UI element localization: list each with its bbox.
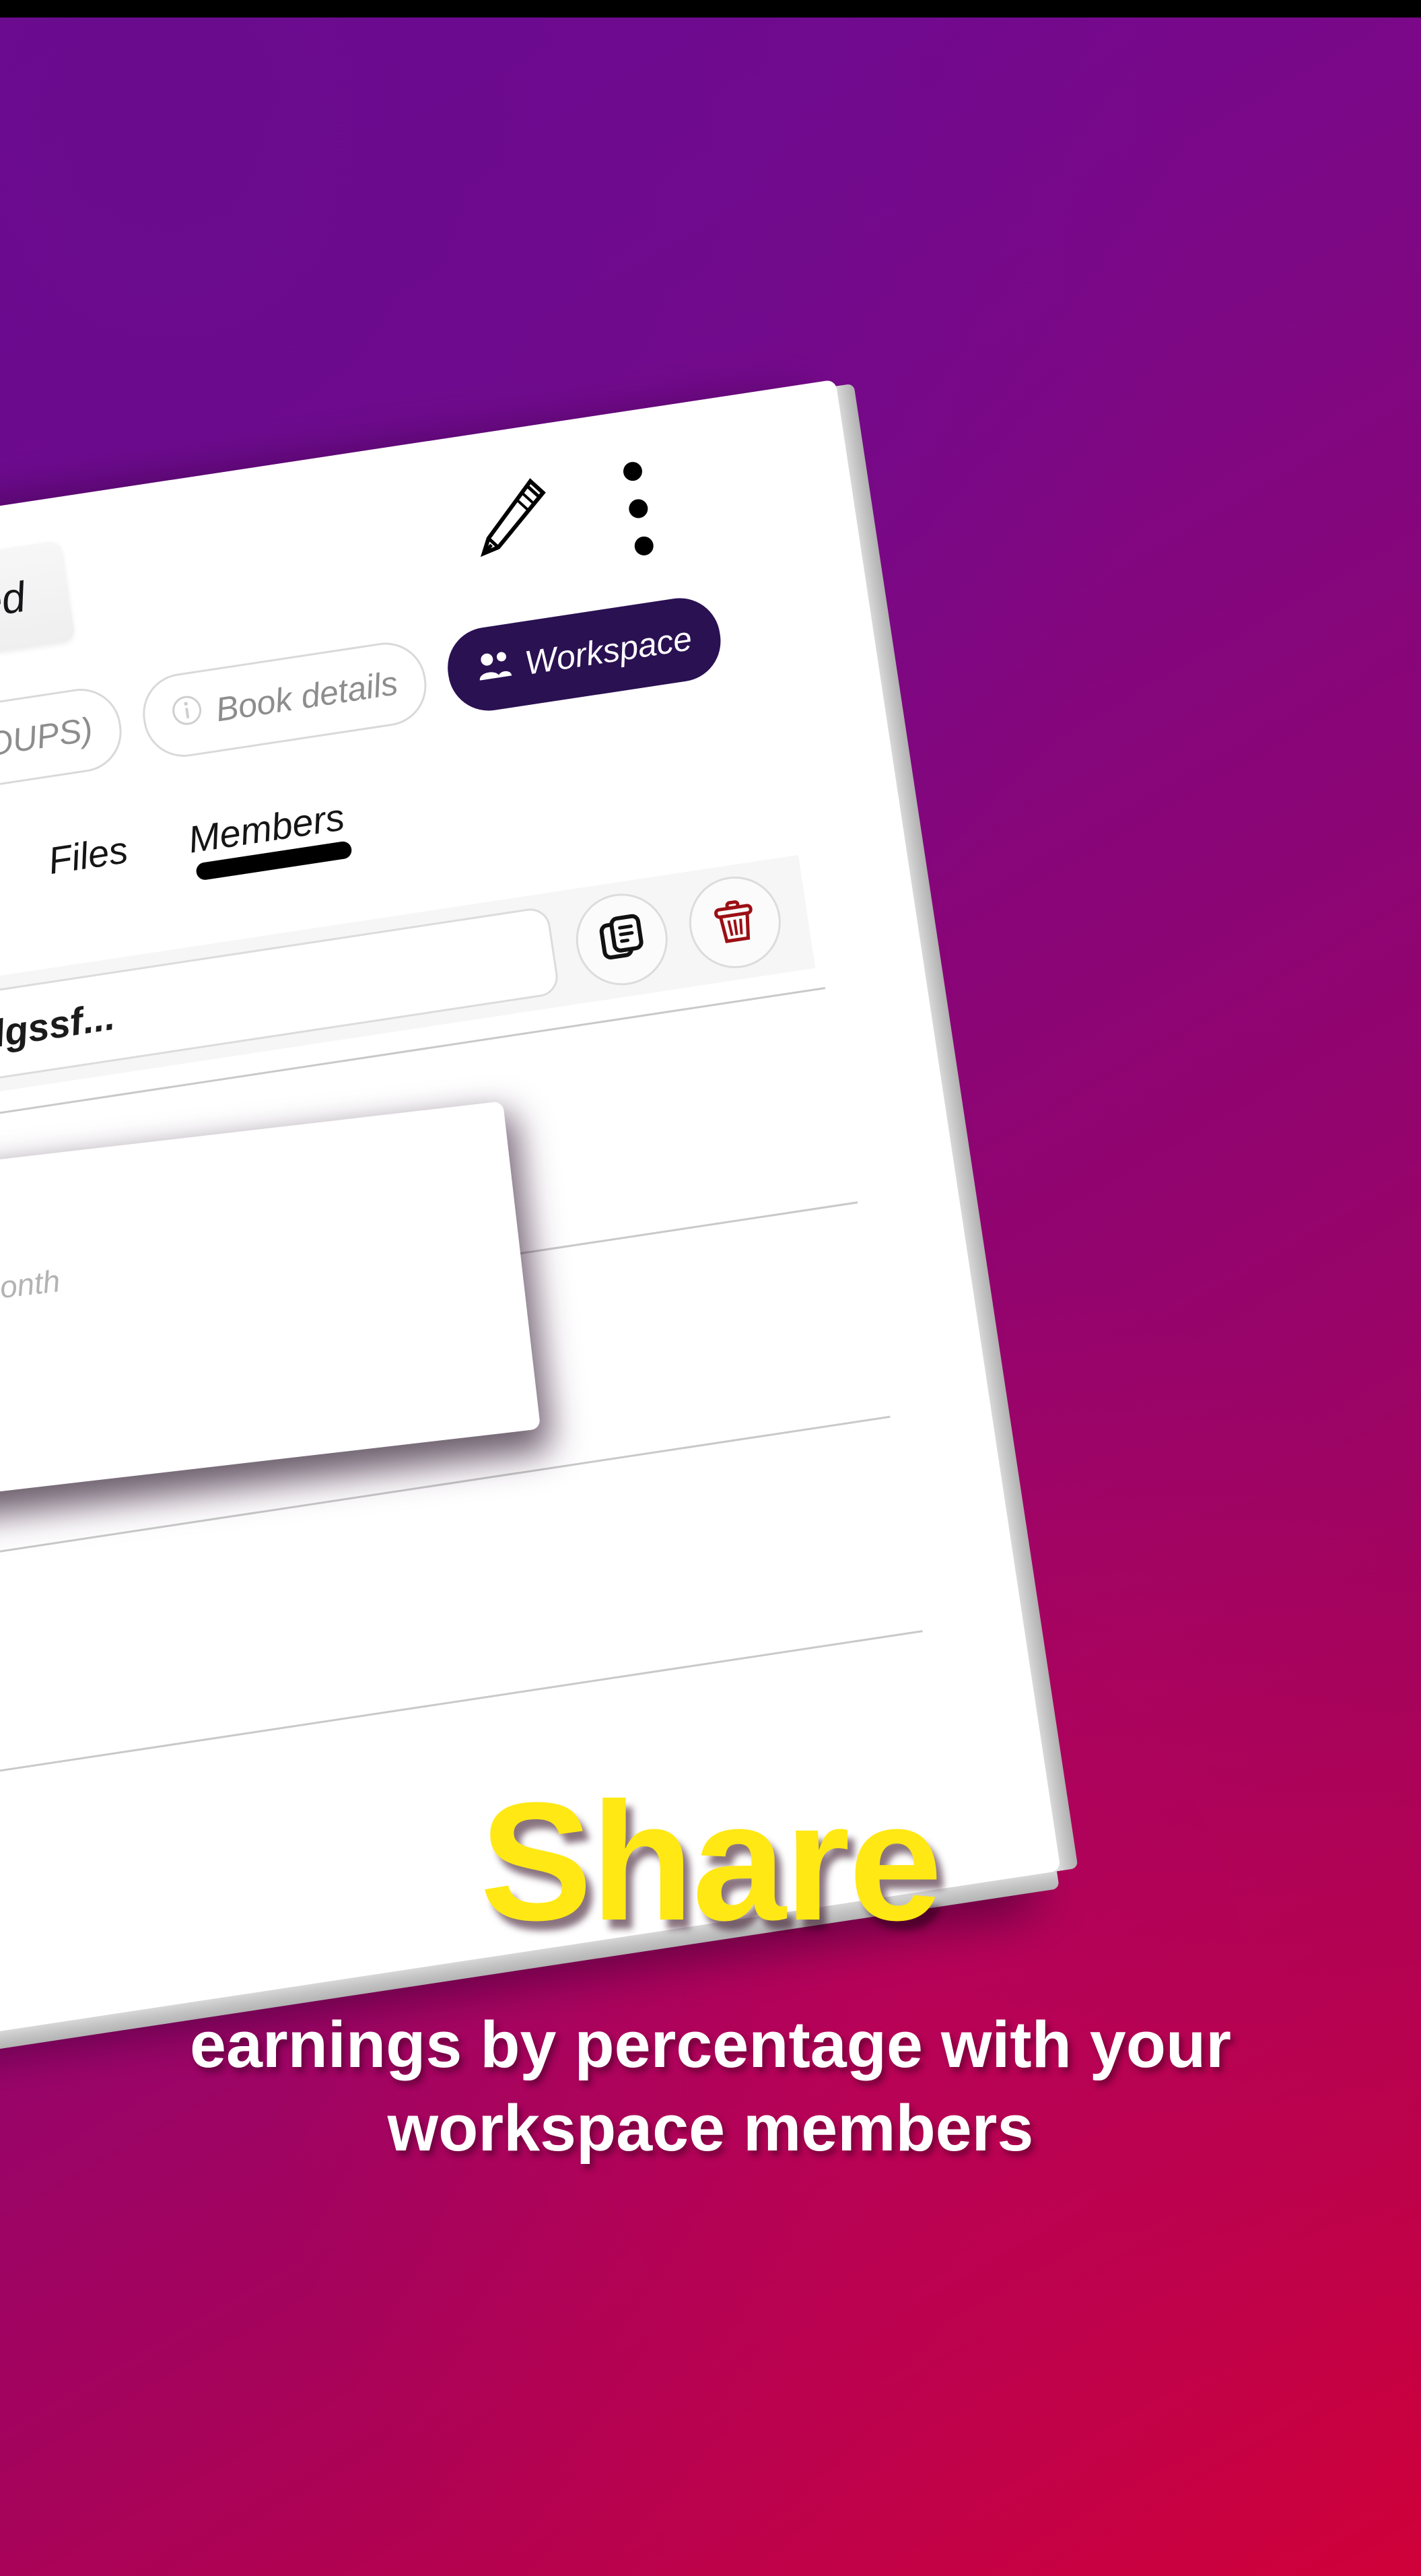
more-dot — [622, 461, 644, 483]
member-name: ke — [0, 1310, 71, 1394]
tab-members[interactable]: Members — [185, 794, 353, 881]
promo-headline: Share — [480, 1767, 942, 1955]
trash-icon — [707, 893, 763, 951]
promo-subline: earnings by percentage with your workspa… — [190, 2008, 1231, 2165]
copy-link-button[interactable] — [569, 887, 674, 992]
pencil-icon[interactable] — [464, 471, 557, 567]
chip-label: Workspace — [522, 619, 695, 682]
delete-link-button[interactable] — [683, 870, 788, 975]
chip-sections-groups[interactable]: Sections (GROUPS) — [0, 683, 127, 827]
chip-label: Sections (GROUPS) — [0, 710, 96, 794]
tab-files[interactable]: Files — [45, 827, 133, 903]
status-badge-label: Not Published — [0, 573, 28, 659]
more-vertical-icon[interactable] — [618, 460, 658, 557]
top-black-bar — [0, 0, 1421, 18]
tab-label: Files — [45, 828, 131, 883]
people-group-icon — [475, 646, 515, 690]
chip-label: Book details — [213, 664, 401, 729]
more-dot — [627, 498, 650, 520]
copy-document-icon — [594, 910, 650, 969]
info-circle-icon — [169, 693, 205, 736]
promo-screenshot: Not Published — [0, 0, 1421, 2576]
status-badge[interactable]: Not Published — [0, 540, 76, 692]
more-dot — [633, 535, 655, 557]
